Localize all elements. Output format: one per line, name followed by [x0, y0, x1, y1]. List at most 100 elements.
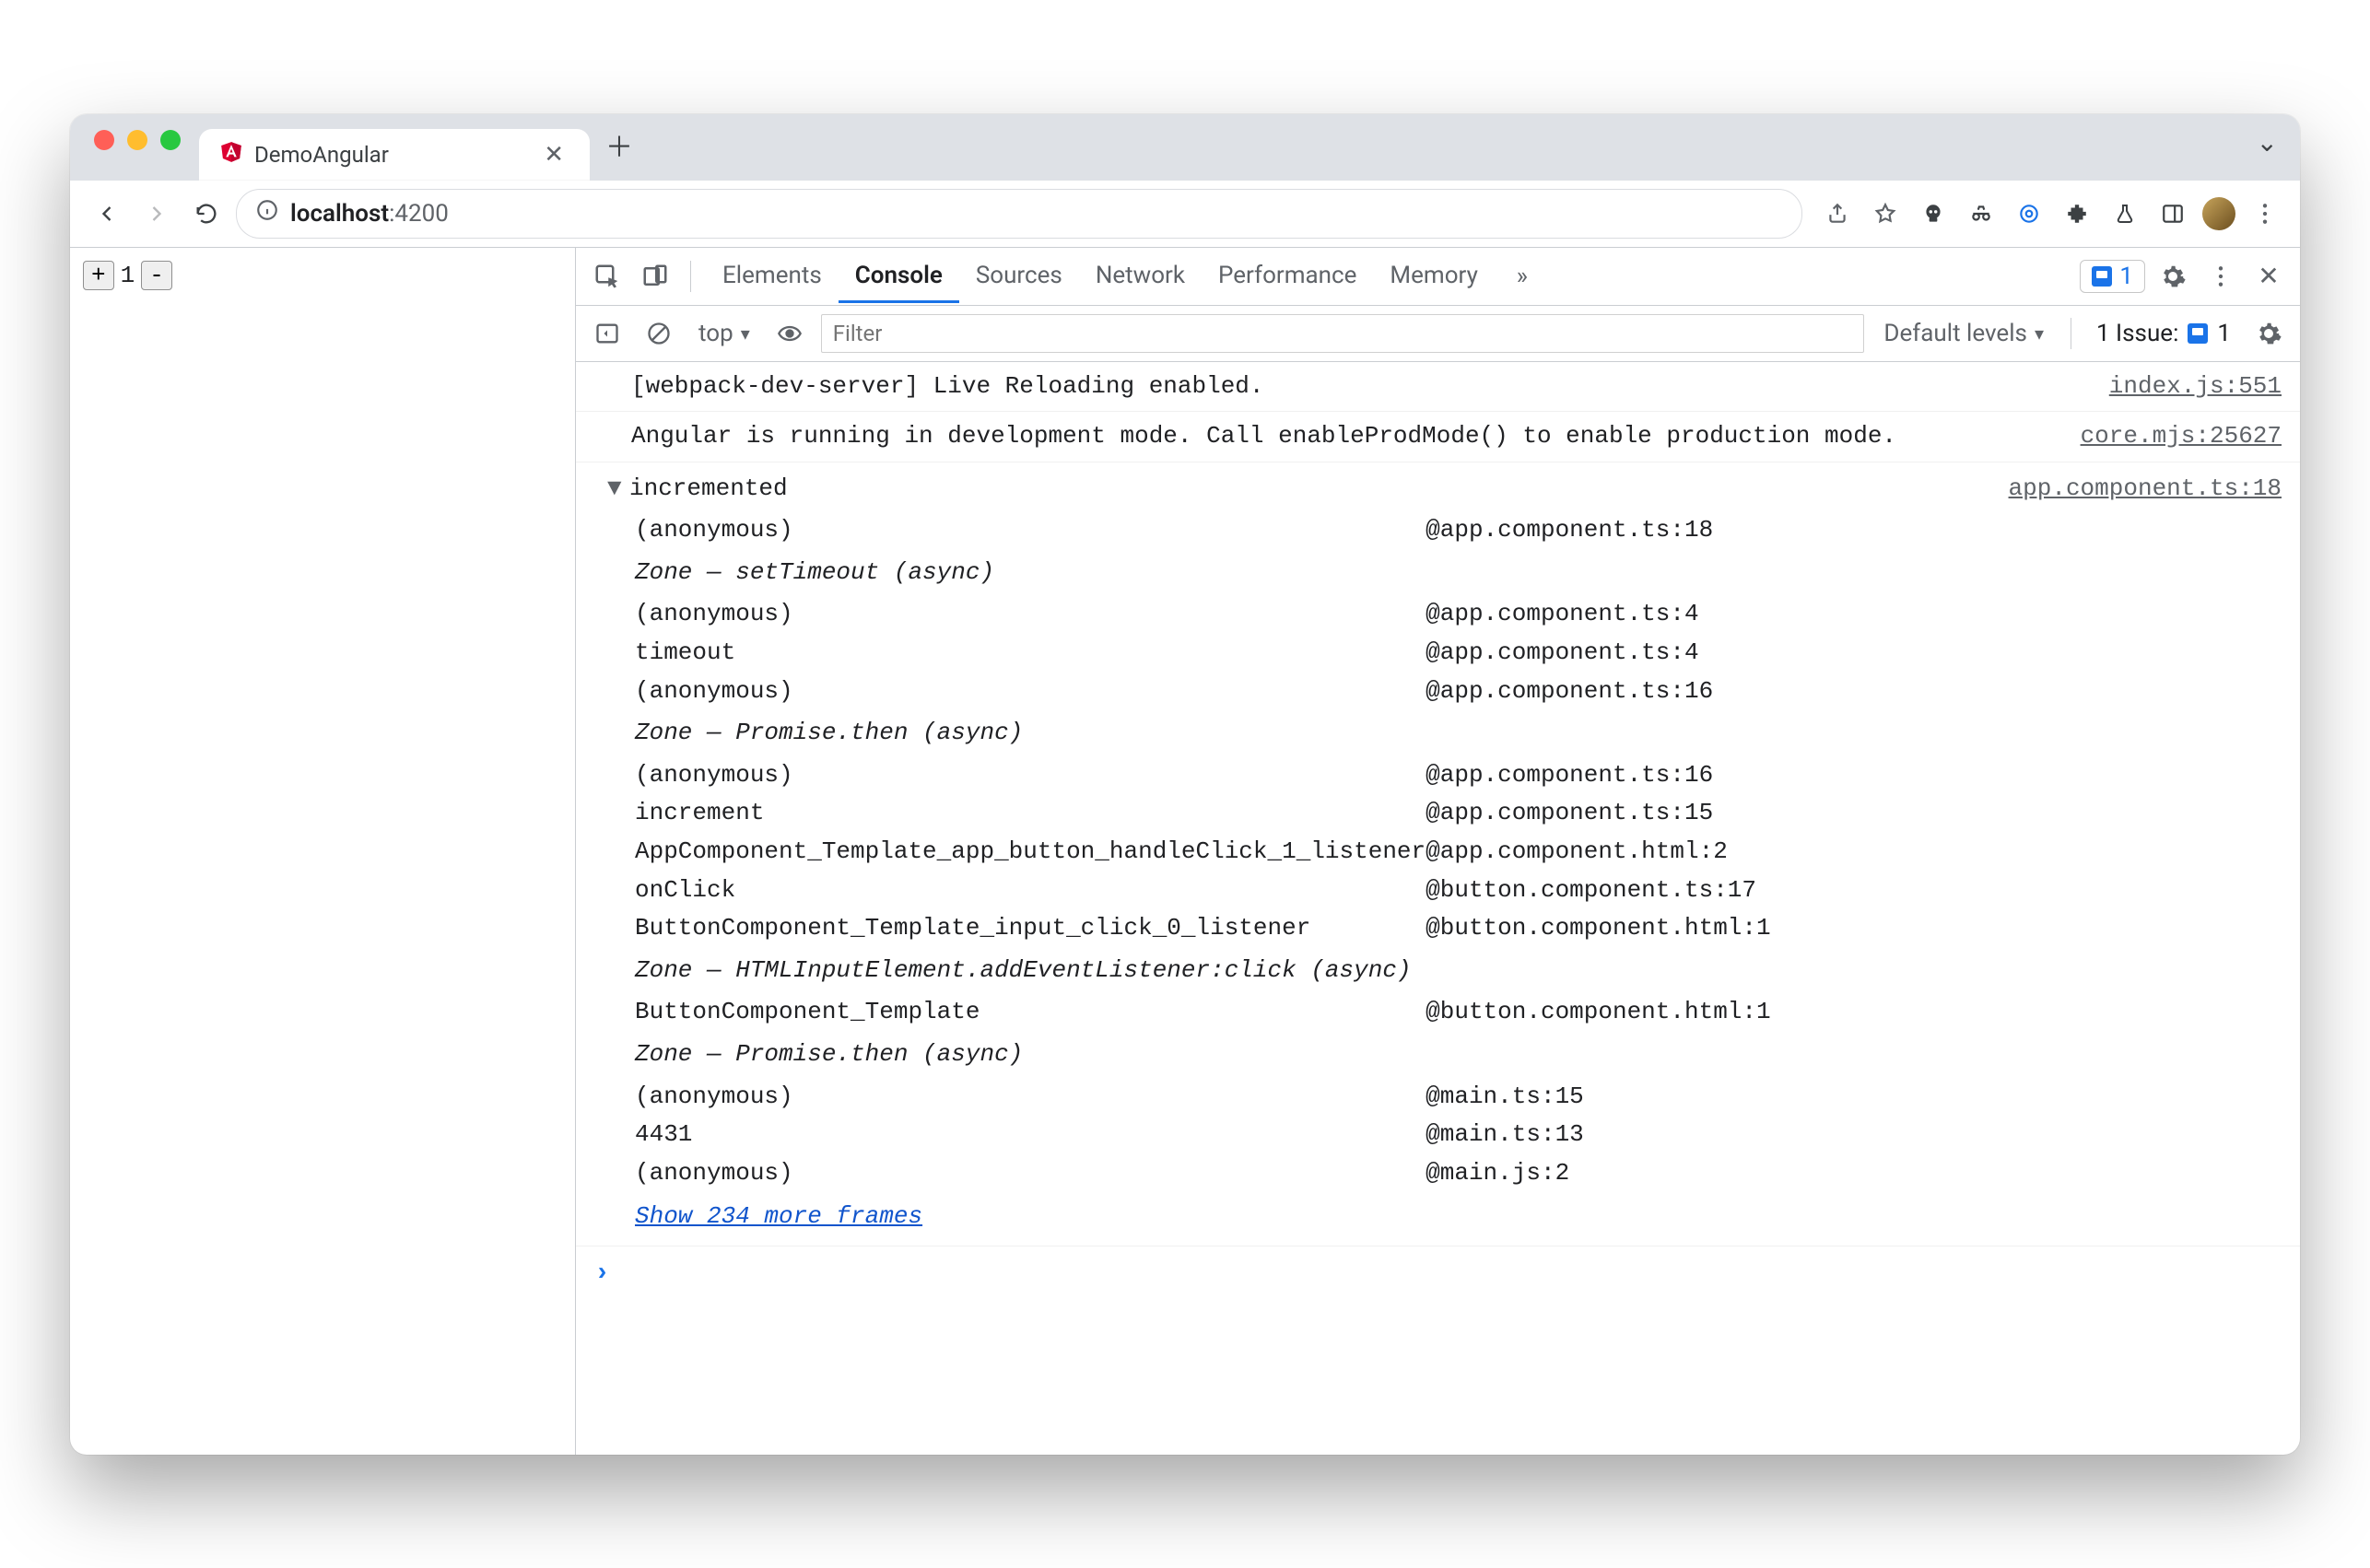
- frame-at: @: [1426, 1078, 1440, 1117]
- tab-overflow-button[interactable]: ⌄: [2251, 127, 2283, 167]
- browser-tab[interactable]: DemoAngular ✕: [199, 129, 590, 181]
- forward-button[interactable]: [136, 193, 177, 234]
- log-levels-selector[interactable]: Default levels: [1875, 315, 2052, 352]
- browser-window: DemoAngular ✕ ＋ ⌄ localhos: [70, 114, 2300, 1455]
- more-tabs-icon[interactable]: »: [1502, 256, 1543, 297]
- side-panel-icon[interactable]: [2154, 195, 2191, 232]
- frame-function: 4431: [635, 1116, 1426, 1154]
- address-toolbar: localhost:4200: [70, 181, 2300, 248]
- address-bar[interactable]: localhost:4200: [236, 189, 1802, 239]
- frame-source-link[interactable]: main.ts:15: [1440, 1078, 2282, 1117]
- console-toolbar: top Default levels 1 Issue: 1: [576, 306, 2300, 362]
- frame-source-link[interactable]: button.component.html:1: [1440, 909, 2282, 948]
- frame-function: onClick: [635, 872, 1426, 910]
- inspect-element-icon[interactable]: [587, 256, 628, 297]
- devtools-tab-sources[interactable]: Sources: [959, 249, 1079, 303]
- console-prompt[interactable]: ›: [576, 1246, 2300, 1303]
- frame-source-link[interactable]: app.component.ts:4: [1440, 595, 2282, 634]
- frame-at: @: [1426, 833, 1440, 872]
- log-source-link[interactable]: core.mjs:25627: [2062, 417, 2282, 456]
- reload-button[interactable]: [186, 193, 227, 234]
- console-sidebar-toggle-icon[interactable]: [587, 313, 628, 354]
- devtools-tabbar: ElementsConsoleSourcesNetworkPerformance…: [576, 248, 2300, 306]
- log-row: [webpack-dev-server] Live Reloading enab…: [576, 362, 2300, 413]
- frame-at: @: [1426, 756, 1440, 795]
- ext-incognito-icon[interactable]: [1963, 195, 2000, 232]
- live-expression-icon[interactable]: [769, 313, 810, 354]
- ext-eye-icon[interactable]: [2011, 195, 2047, 232]
- filter-input[interactable]: [821, 314, 1865, 353]
- frame-source-link[interactable]: app.component.ts:16: [1440, 673, 2282, 711]
- content-area: + 1 - ElementsConsoleSourcesNetworkPerfo…: [70, 248, 2300, 1455]
- minimize-window-button[interactable]: [127, 130, 147, 150]
- devtools-tab-performance[interactable]: Performance: [1202, 249, 1373, 303]
- devtools-tab-elements[interactable]: Elements: [706, 249, 839, 303]
- increment-button[interactable]: +: [83, 261, 114, 290]
- counter-value: 1: [114, 261, 142, 290]
- show-more-frames-link[interactable]: Show 234 more frames: [635, 1192, 922, 1238]
- new-tab-button[interactable]: ＋: [599, 124, 639, 165]
- stack-frames: (anonymous) @app.component.ts:18Zone — s…: [576, 511, 2300, 1246]
- frame-at: @: [1426, 993, 1440, 1032]
- frame-at: @: [1426, 1154, 1440, 1193]
- close-window-button[interactable]: [94, 130, 114, 150]
- console-settings-icon[interactable]: [2248, 313, 2289, 354]
- clear-console-icon[interactable]: [639, 313, 679, 354]
- console-output: [webpack-dev-server] Live Reloading enab…: [576, 362, 2300, 1455]
- close-tab-button[interactable]: ✕: [538, 137, 569, 172]
- tab-strip: DemoAngular ✕ ＋ ⌄: [70, 114, 2300, 181]
- labs-icon[interactable]: [2106, 195, 2143, 232]
- trace-header[interactable]: ▼ incremented app.component.ts:18: [576, 462, 2300, 512]
- issue-icon: [2188, 323, 2208, 344]
- frame-source-link[interactable]: button.component.html:1: [1440, 993, 2282, 1032]
- share-icon[interactable]: [1819, 195, 1856, 232]
- frame-function: (anonymous): [635, 1078, 1426, 1117]
- log-source-link[interactable]: index.js:551: [2091, 368, 2282, 406]
- devtools-close-icon[interactable]: ✕: [2248, 256, 2289, 297]
- frame-source-link[interactable]: main.js:2: [1440, 1154, 2282, 1193]
- frame-source-link[interactable]: button.component.ts:17: [1440, 872, 2282, 910]
- maximize-window-button[interactable]: [160, 130, 181, 150]
- frame-function: AppComponent_Template_app_button_handleC…: [635, 833, 1426, 872]
- ext-skull-icon[interactable]: [1915, 195, 1952, 232]
- profile-avatar[interactable]: [2202, 197, 2235, 230]
- device-toolbar-icon[interactable]: [635, 256, 675, 297]
- issues-button[interactable]: 1 Issue: 1: [2090, 317, 2237, 350]
- log-row: Angular is running in development mode. …: [576, 412, 2300, 462]
- frame-function: ButtonComponent_Template: [635, 993, 1426, 1032]
- back-button[interactable]: [87, 193, 127, 234]
- frame-source-link[interactable]: app.component.ts:15: [1440, 794, 2282, 833]
- devtools-tab-memory[interactable]: Memory: [1373, 249, 1494, 303]
- toolbar-actions: [1812, 195, 2283, 232]
- trace-label: incremented: [629, 470, 2009, 509]
- decrement-button[interactable]: -: [141, 261, 172, 290]
- trace-source-link[interactable]: app.component.ts:18: [2009, 470, 2282, 509]
- devtools-tab-console[interactable]: Console: [839, 249, 959, 303]
- frame-at: @: [1426, 511, 1440, 550]
- frame-at: @: [1426, 909, 1440, 948]
- bookmark-icon[interactable]: [1867, 195, 1904, 232]
- zone-frame: Zone — HTMLInputElement.addEventListener…: [635, 948, 2282, 994]
- frame-source-link[interactable]: app.component.ts:4: [1440, 634, 2282, 673]
- zone-frame: Zone — setTimeout (async): [635, 550, 2282, 596]
- devtools-menu-icon[interactable]: [2200, 256, 2241, 297]
- frame-function: (anonymous): [635, 1154, 1426, 1193]
- counter-control: + 1 -: [83, 261, 172, 290]
- frame-function: (anonymous): [635, 595, 1426, 634]
- devtools-tab-network[interactable]: Network: [1079, 249, 1202, 303]
- log-message: Angular is running in development mode. …: [631, 417, 2062, 456]
- frame-function: (anonymous): [635, 673, 1426, 711]
- zone-frame: Zone — Promise.then (async): [635, 710, 2282, 756]
- extensions-icon[interactable]: [2059, 195, 2095, 232]
- context-selector[interactable]: top: [690, 315, 758, 352]
- site-info-icon[interactable]: [255, 198, 279, 228]
- frame-source-link[interactable]: main.ts:13: [1440, 1116, 2282, 1154]
- devtools-settings-icon[interactable]: [2153, 256, 2193, 297]
- log-message: [webpack-dev-server] Live Reloading enab…: [631, 368, 2091, 406]
- frame-source-link[interactable]: app.component.html:2: [1440, 833, 2282, 872]
- frame-source-link[interactable]: app.component.ts:16: [1440, 756, 2282, 795]
- chrome-menu-icon[interactable]: [2247, 195, 2283, 232]
- messages-badge[interactable]: 1: [2080, 260, 2145, 293]
- disclosure-triangle-icon[interactable]: ▼: [607, 470, 629, 509]
- frame-source-link[interactable]: app.component.ts:18: [1440, 511, 2282, 550]
